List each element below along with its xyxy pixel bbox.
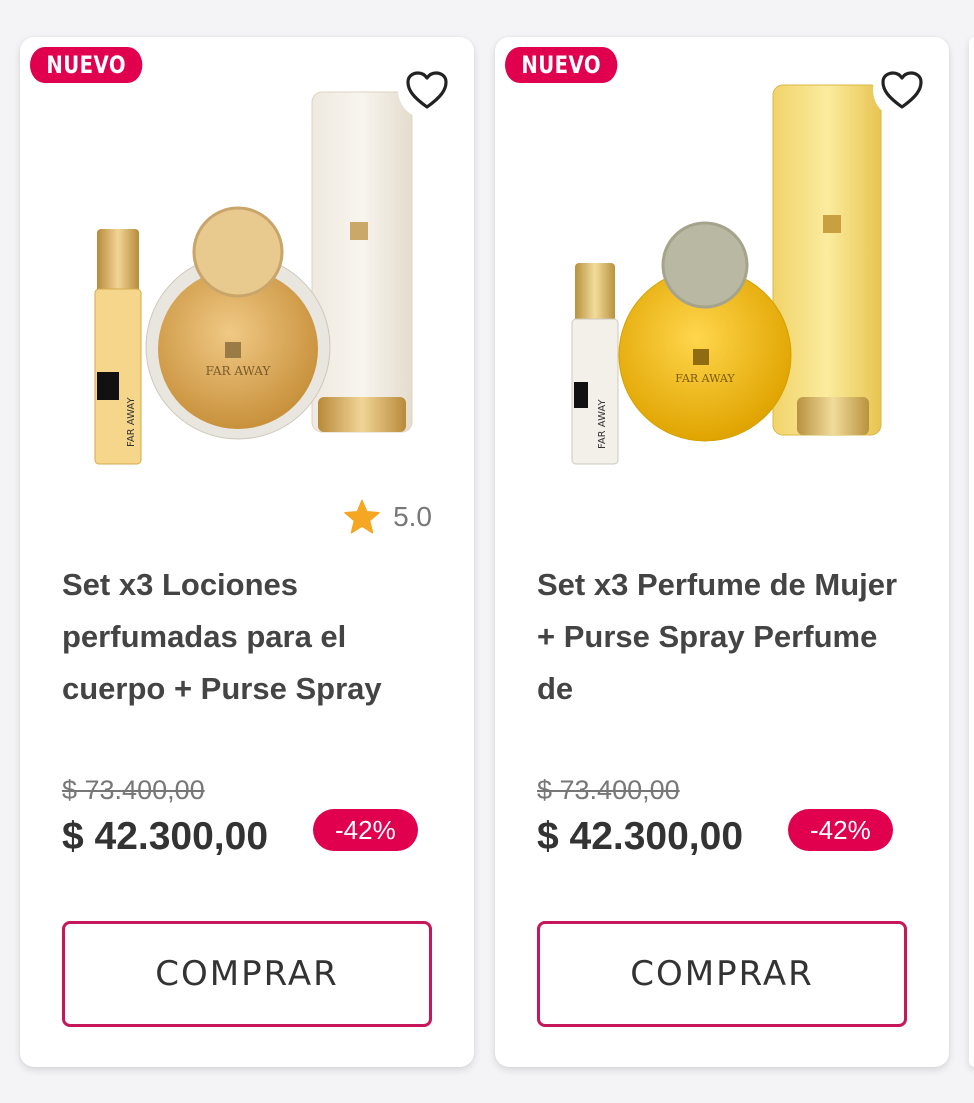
rating: 5.0 xyxy=(343,499,432,535)
svg-text:FAR AWAY: FAR AWAY xyxy=(126,396,137,447)
favorite-button[interactable] xyxy=(398,61,456,119)
next-product-card-edge xyxy=(969,37,974,1067)
buy-button[interactable]: COMPRAR xyxy=(62,921,432,1027)
product-image[interactable]: FAR AWAY FAR AWAY xyxy=(50,57,450,487)
new-badge: NUEVO xyxy=(505,47,618,83)
favorite-button[interactable] xyxy=(873,61,931,119)
price: $ 42.300,00 xyxy=(62,815,269,858)
product-card[interactable]: FAR AWAY FAR AWAY NUEVO Set x3 Perfume d… xyxy=(495,37,949,1067)
svg-text:FAR AWAY: FAR AWAY xyxy=(206,364,272,378)
product-image[interactable]: FAR AWAY FAR AWAY xyxy=(525,57,925,487)
svg-text:FAR AWAY: FAR AWAY xyxy=(675,372,735,385)
discount-badge: -42% xyxy=(788,809,893,851)
new-badge: NUEVO xyxy=(30,47,143,83)
svg-text:FAR AWAY: FAR AWAY xyxy=(597,398,608,449)
star-icon xyxy=(344,499,380,534)
product-title[interactable]: Set x3 Lociones perfumadas para el cuerp… xyxy=(62,559,442,715)
product-card[interactable]: FAR AWAY FAR AWAY NUEVO 5.0 Set x3 Locio… xyxy=(20,37,474,1067)
old-price: $ 73.400,00 xyxy=(62,775,205,805)
product-title[interactable]: Set x3 Perfume de Mujer + Purse Spray Pe… xyxy=(537,559,917,715)
old-price: $ 73.400,00 xyxy=(537,775,680,805)
heart-outline-icon xyxy=(881,71,923,109)
discount-badge: -42% xyxy=(313,809,418,851)
price: $ 42.300,00 xyxy=(537,815,744,858)
heart-outline-icon xyxy=(406,71,448,109)
product-grid: FAR AWAY FAR AWAY NUEVO 5.0 Set x3 Locio… xyxy=(0,0,974,1103)
buy-button[interactable]: COMPRAR xyxy=(537,921,907,1027)
rating-value: 5.0 xyxy=(393,501,432,532)
